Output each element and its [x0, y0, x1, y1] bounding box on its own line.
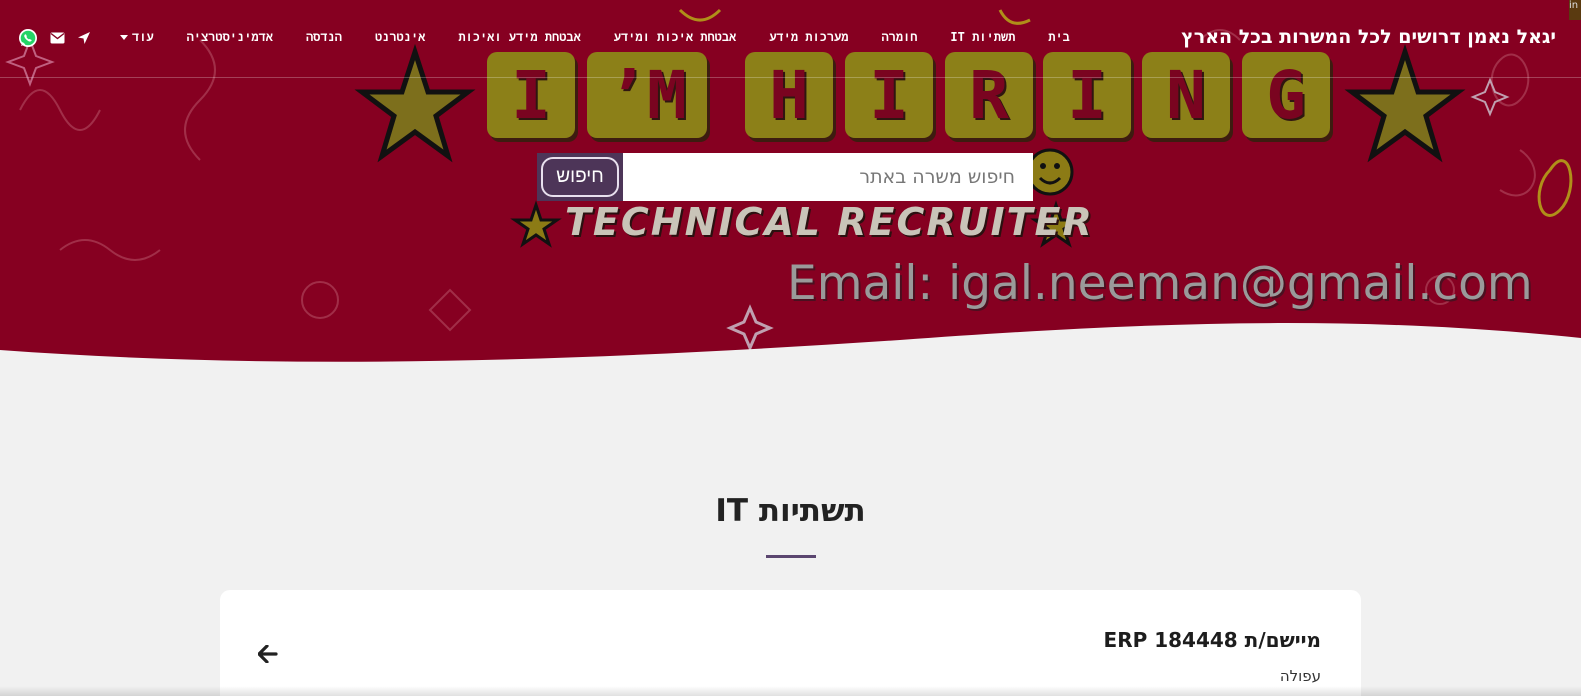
- nav-item-infosec-and-quality[interactable]: אבטחת מידע ואיכות: [458, 30, 580, 45]
- nav-more-label: עוד: [132, 30, 154, 44]
- nav-item-home[interactable]: בית: [1048, 30, 1070, 45]
- nav-item-it-infrastructure[interactable]: תשתיות IT: [950, 30, 1015, 45]
- nav-more-dropdown[interactable]: עוד: [120, 30, 154, 45]
- chevron-down-icon: [120, 35, 128, 40]
- arrow-left-icon[interactable]: [257, 644, 278, 667]
- top-navbar: יגאל נאמן דרושים לכל המשרות בכל הארץ בית…: [0, 0, 1581, 78]
- nav-item-information-systems[interactable]: מערכות מידע: [769, 30, 848, 45]
- site-brand[interactable]: יגאל נאמן דרושים לכל המשרות בכל הארץ: [1181, 26, 1556, 48]
- envelope-icon[interactable]: [50, 32, 65, 44]
- job-search-form: חיפוש: [537, 153, 1033, 201]
- social-links: [18, 28, 91, 48]
- whatsapp-icon[interactable]: [18, 28, 38, 48]
- title-divider: [766, 555, 816, 558]
- nav-item-internet[interactable]: אינטרנט: [375, 30, 425, 45]
- location-arrow-icon[interactable]: [77, 31, 91, 45]
- nav-item-hardware[interactable]: חומרה: [881, 30, 917, 45]
- nav-item-administration[interactable]: אדמיניסטרציה: [187, 30, 273, 45]
- job-card[interactable]: מיישם/ת ERP 184448 עפולה: [220, 590, 1361, 696]
- job-location: עפולה: [1279, 667, 1321, 685]
- page-title: תשתיות IT: [715, 493, 866, 529]
- main-menu: בית תשתיות IT חומרה מערכות מידע אבטחת אי…: [120, 30, 1070, 45]
- search-button[interactable]: חיפוש: [537, 153, 623, 201]
- nav-item-engineering[interactable]: הנדסה: [306, 30, 342, 45]
- search-button-label: חיפוש: [541, 157, 619, 197]
- search-input[interactable]: [623, 153, 1033, 201]
- viewport-bottom-shadow: [0, 686, 1581, 696]
- nav-item-qa-and-info[interactable]: אבטחת איכות ומידע: [614, 30, 736, 45]
- job-title[interactable]: מיישם/ת ERP 184448: [1104, 628, 1321, 652]
